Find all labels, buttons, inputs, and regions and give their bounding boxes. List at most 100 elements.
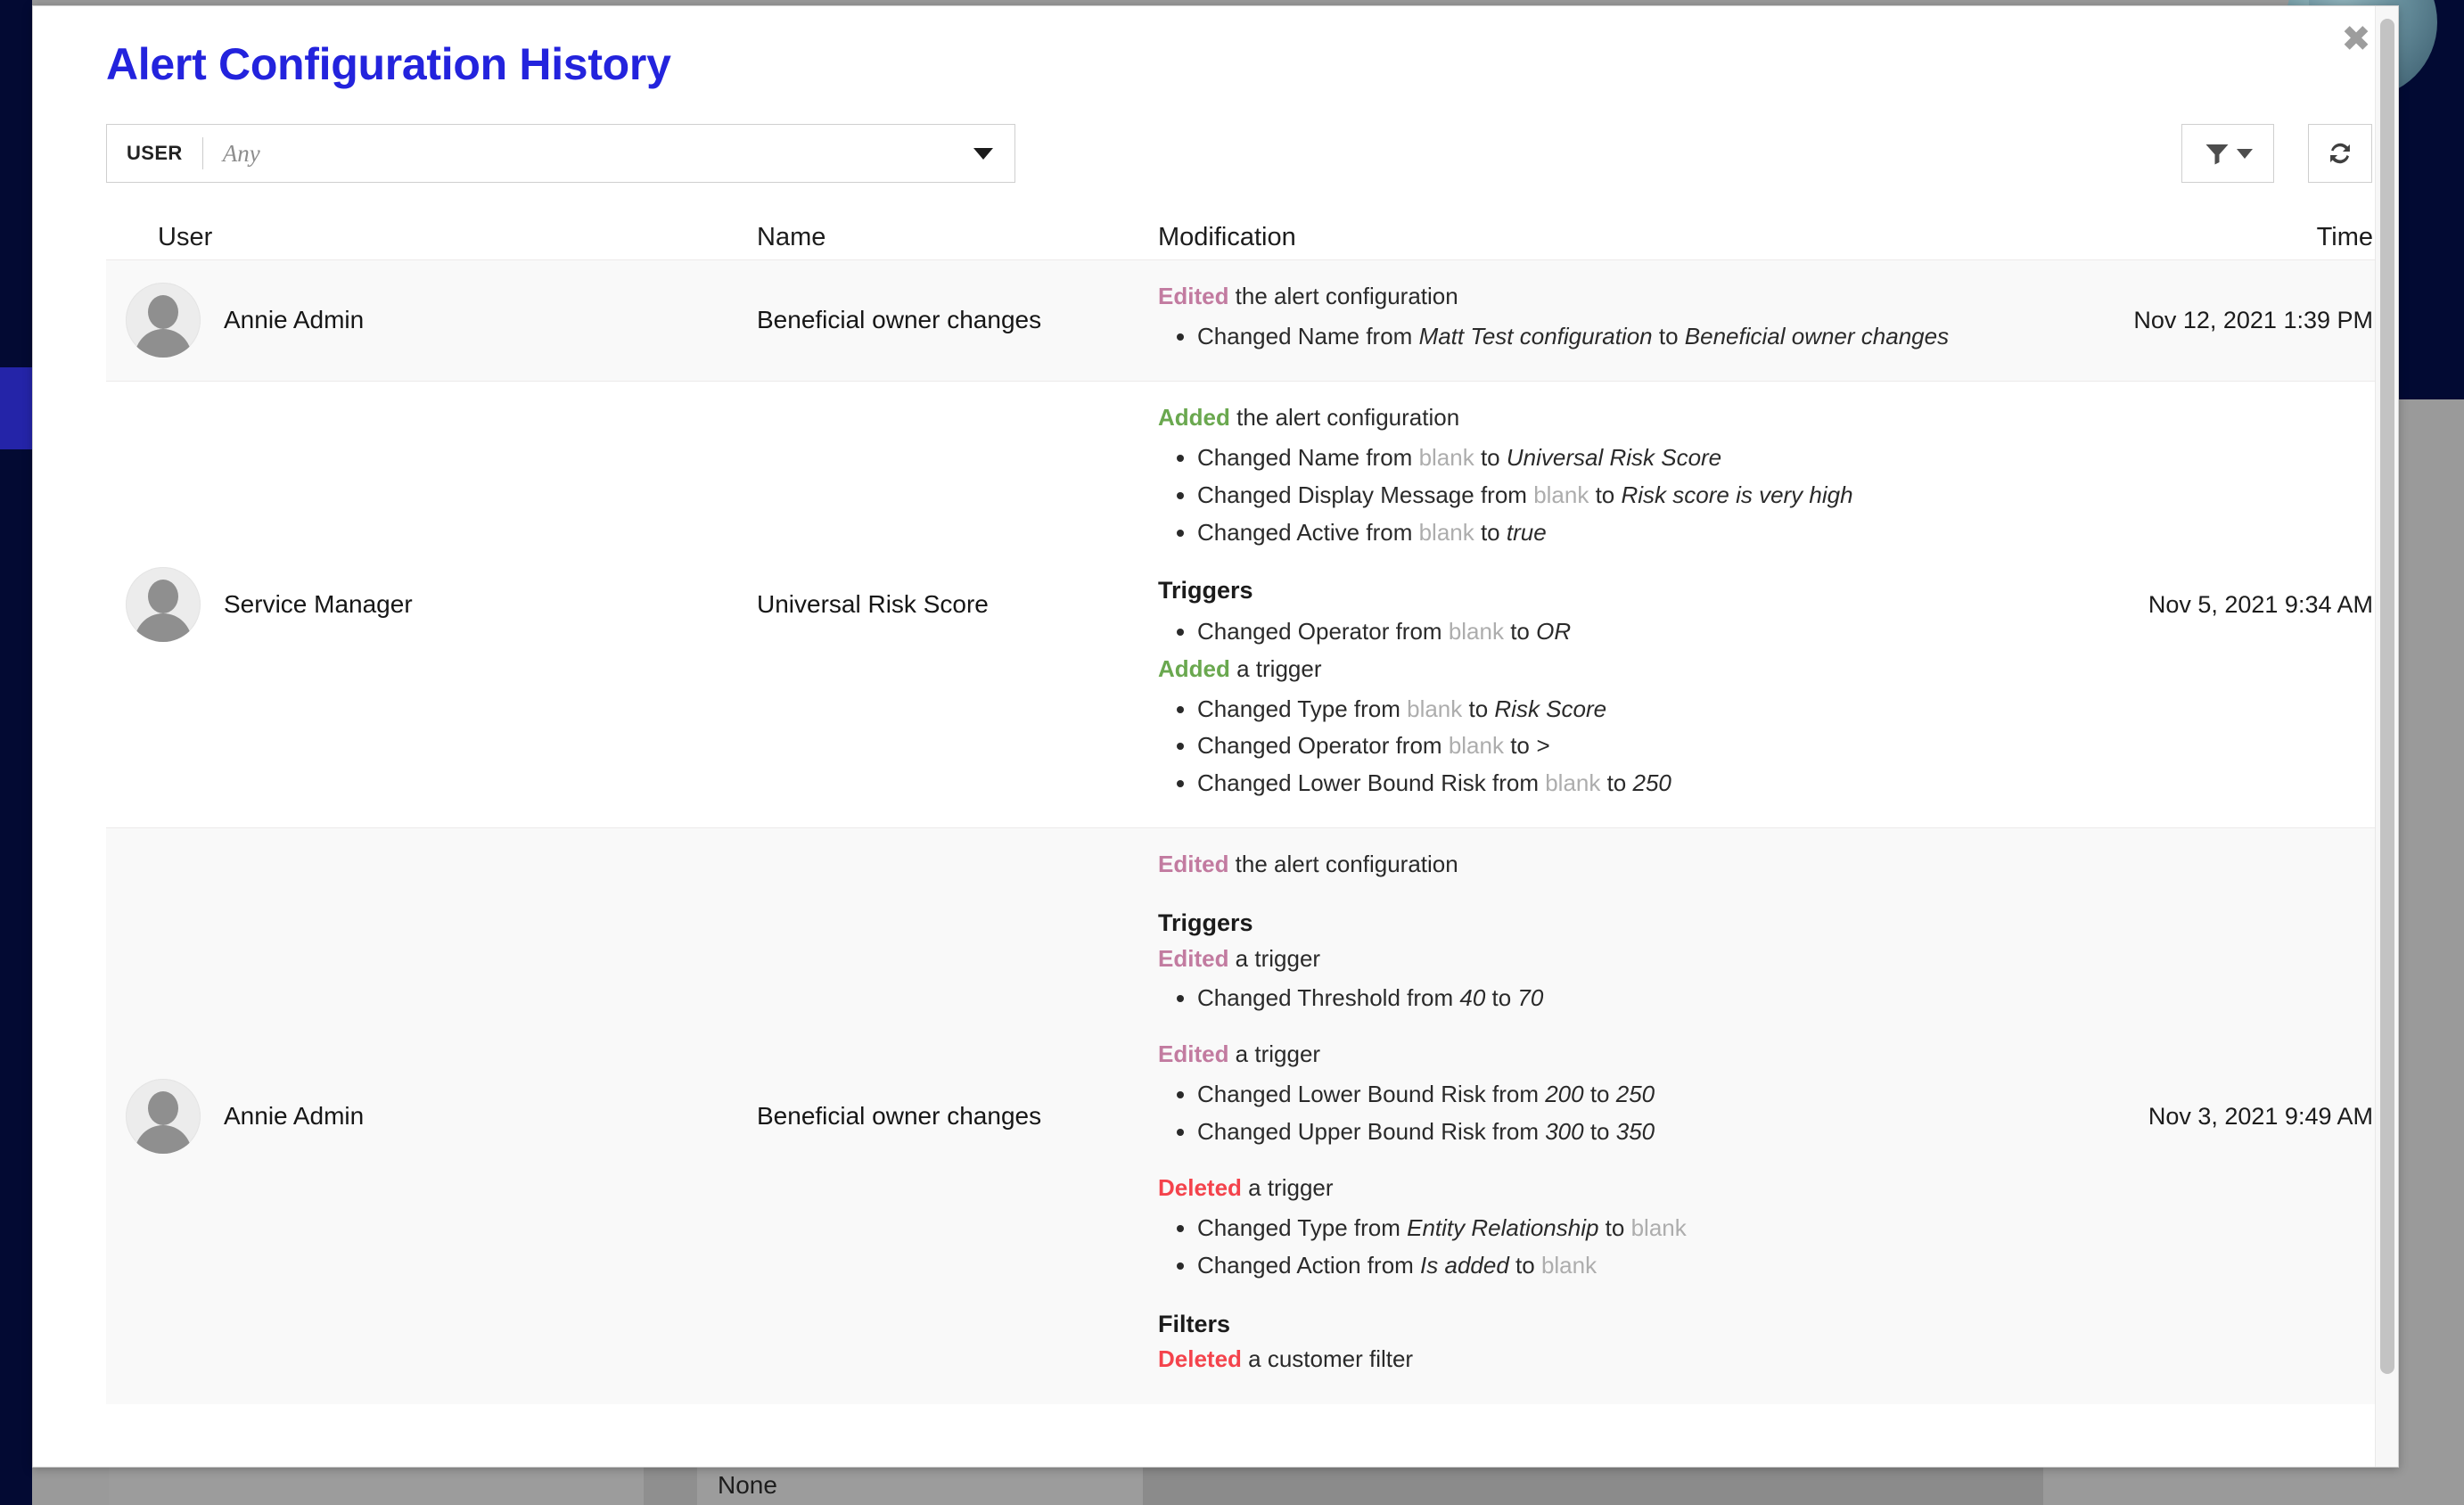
list-item: Changed Display Message from blank to Ri… [1197,479,1974,512]
modification-action-text: the alert configuration [1228,851,1458,878]
detail-from-value: blank [1407,695,1463,722]
detail-from-value: blank [1533,481,1589,508]
detail-mid: to [1589,481,1622,508]
list-item: Changed Type from Entity Relationship to… [1197,1212,1974,1245]
modification-keyword: Edited [1158,1040,1229,1068]
detail-prefix: Changed Active from [1197,518,1419,546]
detail-to-value: Universal Risk Score [1506,443,1722,471]
modal-scrollbar[interactable] [2375,6,2398,1467]
detail-to-value: 70 [1517,984,1544,1012]
modification-keyword: Added [1158,654,1230,682]
sidebar-active-indicator [0,367,32,449]
filter-icon [2205,144,2228,165]
modification-detail-list: Changed Threshold from 40 to 70 [1197,982,1974,1015]
detail-mid: to [1583,1118,1616,1146]
table-row[interactable]: Service Manager Universal Risk Score Added… [106,380,2393,828]
table-header-row: User Name Modification Time [106,204,2393,259]
detail-prefix: Changed Lower Bound Risk from [1197,769,1546,797]
list-item: Changed Action from Is added to blank [1197,1249,1974,1282]
modification-action-line: Edited the alert configuration [1158,280,1974,313]
column-header-modification: Modification [1158,223,1296,251]
close-icon[interactable]: ✖ [2336,19,2377,60]
user-name: Annie Admin [224,1102,365,1131]
modification-action-line: Edited the alert configuration [1158,848,1974,881]
detail-prefix: Changed Type from [1197,695,1408,722]
modal-scrollbar-thumb[interactable] [2380,19,2394,1374]
modification-keyword: Edited [1158,283,1229,309]
filter-button[interactable] [2181,124,2274,183]
column-header-user: User [158,223,213,251]
cell-config-name: Universal Risk Score [757,590,989,619]
modification-section-title: Filters [1158,1310,1231,1337]
detail-prefix: Changed Operator from [1197,732,1449,760]
detail-mid: to [1598,1213,1631,1241]
modification-keyword: Deleted [1158,1345,1242,1373]
cell-modification: Added the alert configuration Changed Nam… [1158,382,1974,827]
refresh-button[interactable] [2308,124,2372,183]
detail-mid: to [1508,1251,1541,1279]
user-name: Service Manager [224,590,413,619]
modification-detail-list: Changed Name from blank to Universal Ris… [1197,441,1974,549]
detail-to-value: Risk score is very high [1621,481,1853,508]
modification-section-title: Triggers [1158,909,1253,937]
detail-from-value: blank [1448,732,1504,760]
detail-to-value: 350 [1615,1118,1655,1146]
list-item: Changed Type from blank to Risk Score [1197,693,1974,726]
column-header-time: Time [2316,223,2373,251]
modification-detail-list: Changed Name from Matt Test configuratio… [1197,320,1974,353]
detail-from-value: 40 [1459,984,1486,1012]
cell-time: Nov 5, 2021 9:34 AM [2148,590,2373,618]
detail-from-value: blank [1545,769,1601,797]
user-filter-select[interactable]: USER Any [106,124,1015,183]
table-row[interactable]: Annie Admin Beneficial owner changes Edite… [106,259,2393,381]
modification-action-line: Deleted a trigger [1158,1172,1974,1205]
cell-config-name: Beneficial owner changes [757,1102,1042,1131]
detail-from-value: blank [1448,617,1504,645]
cell-time: Nov 12, 2021 1:39 PM [2133,306,2373,333]
detail-mid: to [1485,984,1518,1012]
detail-to-value: blank [1630,1213,1687,1241]
cell-user: Annie Admin [106,828,757,1404]
cell-modification: Edited the alert configuration Changed Na… [1158,260,1974,381]
detail-mid: to [1474,518,1507,546]
modification-detail-list: Changed Operator from blank to OR [1197,615,1974,648]
modification-action-line: Edited a trigger [1158,1038,1974,1071]
list-item: Changed Operator from blank to > [1197,729,1974,762]
detail-to-value: true [1506,518,1547,546]
table-body: Annie Admin Beneficial owner changes Edite… [106,259,2393,1405]
detail-to-value: OR [1536,617,1572,645]
detail-from-value: Entity Relationship [1407,1213,1599,1241]
modification-action-text: the alert configuration [1229,403,1460,431]
modification-action-line: Added the alert configuration [1158,401,1974,434]
detail-mid: to [1583,1081,1616,1108]
detail-from-value: Is added [1420,1251,1509,1279]
detail-prefix: Changed Display Message from [1197,481,1534,508]
detail-to-value: blank [1540,1251,1597,1279]
chevron-down-icon [2236,148,2253,159]
modification-action-line: Deleted a customer filter [1158,1343,1974,1376]
detail-mid: to [1503,732,1537,760]
detail-to-value: 250 [1615,1081,1655,1108]
table-row[interactable]: Annie Admin Beneficial owner changes Edite… [106,827,2393,1405]
modification-keyword: Edited [1158,944,1229,972]
detail-mid: to [1474,443,1507,471]
detail-prefix: Changed Threshold from [1197,984,1460,1012]
modification-action-text: the alert configuration [1228,283,1458,309]
cell-user: Service Manager [106,382,757,827]
modification-keyword: Deleted [1158,1174,1242,1202]
detail-prefix: Changed Lower Bound Risk from [1197,1081,1546,1108]
modification-action-text: a trigger [1228,944,1321,972]
detail-from-value: blank [1418,443,1474,471]
detail-to-value: Risk Score [1494,695,1607,722]
detail-from-value: 300 [1545,1118,1584,1146]
backdrop-panel-b [644,1467,697,1505]
list-item: Changed Threshold from 40 to 70 [1197,982,1974,1015]
detail-mid: to [1652,322,1685,350]
modification-action-text: a trigger [1228,1040,1321,1068]
avatar [126,567,201,643]
detail-prefix: Changed Upper Bound Risk from [1197,1118,1546,1146]
detail-from-value: 200 [1545,1081,1584,1108]
detail-to-value: 250 [1632,769,1671,797]
cell-modification: Edited the alert configuration Triggers Ed… [1158,828,1974,1404]
list-item: Changed Lower Bound Risk from 200 to 250 [1197,1078,1974,1111]
